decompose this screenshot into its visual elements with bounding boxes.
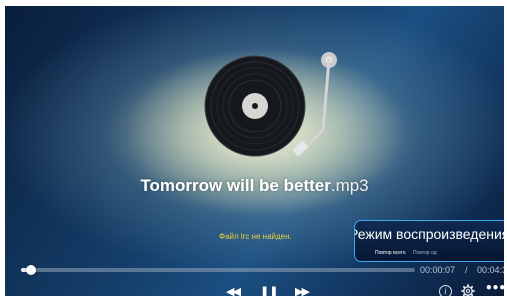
- pause-icon: ❚❚: [260, 285, 279, 296]
- settings-button[interactable]: [461, 284, 475, 296]
- track-name: Tomorrow will be better: [140, 176, 331, 195]
- track-extension: .mp3: [330, 176, 369, 195]
- gear-icon: [461, 284, 475, 296]
- info-button[interactable]: i: [439, 285, 452, 296]
- track-title: Tomorrow will be better.mp3: [5, 176, 504, 196]
- progress-bar[interactable]: [21, 268, 415, 272]
- more-icon: •••: [485, 281, 504, 295]
- total-time: 00:04:3: [477, 265, 504, 275]
- progress-knob[interactable]: [26, 265, 36, 275]
- info-icon: i: [444, 286, 447, 296]
- lyrics-status: Файл lrc не найден.: [219, 232, 292, 241]
- rewind-button[interactable]: ◀◀: [226, 285, 241, 296]
- vinyl-disc: [204, 55, 306, 157]
- time-separator: /: [465, 265, 468, 275]
- playback-mode-popup[interactable]: Режим воспроизведения Повтор всего Повто…: [354, 220, 504, 262]
- current-time: 00:00:07: [420, 265, 456, 275]
- repeat-all-option[interactable]: Повтор всего: [375, 250, 405, 256]
- more-button[interactable]: •••: [485, 282, 504, 294]
- pause-button[interactable]: ❚❚: [260, 286, 278, 296]
- playback-mode-title: Режим воспроизведения: [354, 226, 504, 242]
- vinyl-record-artwork: [204, 52, 337, 157]
- fast-forward-icon: ▶▶: [295, 285, 310, 296]
- rewind-icon: ◀◀: [226, 285, 241, 296]
- fast-forward-button[interactable]: ▶▶: [295, 285, 310, 296]
- music-player-screen: Tomorrow will be better.mp3 Файл lrc не …: [5, 6, 504, 296]
- repeat-one-option[interactable]: Повтор од: [413, 250, 437, 256]
